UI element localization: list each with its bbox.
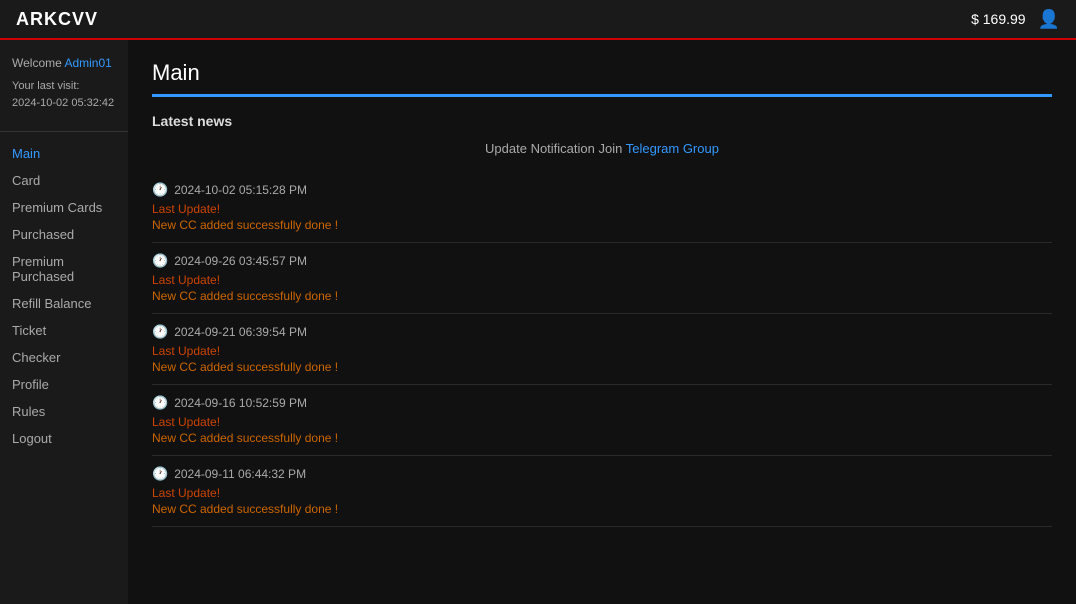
clock-icon: 🕐 (152, 466, 168, 482)
news-item: 🕐 2024-10-02 05:15:28 PM Last Update! New C… (152, 172, 1052, 243)
title-underline (152, 94, 1052, 97)
navbar-right: $ 169.99 👤 (971, 9, 1060, 30)
news-update-label: Last Update! (152, 202, 1052, 216)
sidebar-item-refill-balance[interactable]: Refill Balance (0, 290, 128, 317)
clock-icon: 🕐 (152, 182, 168, 198)
news-timestamp: 🕐 2024-09-21 06:39:54 PM (152, 324, 1052, 340)
news-update-text: New CC added successfully done ! (152, 289, 1052, 303)
news-timestamp: 🕐 2024-10-02 05:15:28 PM (152, 182, 1052, 198)
brand-logo: ARKCVV (16, 9, 98, 30)
telegram-group-link[interactable]: Telegram Group (626, 141, 719, 156)
news-timestamp-text: 2024-09-26 03:45:57 PM (174, 254, 307, 268)
news-timestamp: 🕐 2024-09-26 03:45:57 PM (152, 253, 1052, 269)
news-timestamp-text: 2024-09-16 10:52:59 PM (174, 396, 307, 410)
sidebar-welcome: Welcome Admin01 (0, 56, 128, 78)
latest-news-header: Latest news (152, 113, 1052, 129)
sidebar-navigation: MainCardPremium CardsPurchasedPremium Pu… (0, 140, 128, 452)
news-update-label: Last Update! (152, 486, 1052, 500)
news-item: 🕐 2024-09-16 10:52:59 PM Last Update! New C… (152, 385, 1052, 456)
sidebar-username: Admin01 (64, 56, 111, 70)
clock-icon: 🕐 (152, 253, 168, 269)
news-timestamp: 🕐 2024-09-16 10:52:59 PM (152, 395, 1052, 411)
main-content-area: Main Latest news Update Notification Joi… (128, 40, 1076, 604)
sidebar-item-premium-cards[interactable]: Premium Cards (0, 194, 128, 221)
sidebar-item-rules[interactable]: Rules (0, 398, 128, 425)
sidebar-divider (0, 131, 128, 132)
clock-icon: 🕐 (152, 324, 168, 340)
balance-display: $ 169.99 (971, 11, 1026, 27)
sidebar-item-checker[interactable]: Checker (0, 344, 128, 371)
news-timestamp-text: 2024-10-02 05:15:28 PM (174, 183, 307, 197)
news-list: 🕐 2024-10-02 05:15:28 PM Last Update! New C… (152, 172, 1052, 527)
user-icon[interactable]: 👤 (1038, 9, 1060, 30)
sidebar-last-visit: Your last visit: 2024-10-02 05:32:42 (0, 78, 128, 127)
last-visit-date: 2024-10-02 05:32:42 (12, 95, 116, 112)
news-update-text: New CC added successfully done ! (152, 218, 1052, 232)
news-update-label: Last Update! (152, 273, 1052, 287)
sidebar-item-purchased[interactable]: Purchased (0, 221, 128, 248)
clock-icon: 🕐 (152, 395, 168, 411)
news-timestamp-text: 2024-09-11 06:44:32 PM (174, 467, 306, 481)
news-update-text: New CC added successfully done ! (152, 502, 1052, 516)
news-item: 🕐 2024-09-21 06:39:54 PM Last Update! New C… (152, 314, 1052, 385)
sidebar-item-profile[interactable]: Profile (0, 371, 128, 398)
sidebar-item-logout[interactable]: Logout (0, 425, 128, 452)
sidebar-item-premium-purchased[interactable]: Premium Purchased (0, 248, 128, 290)
news-item: 🕐 2024-09-11 06:44:32 PM Last Update! New C… (152, 456, 1052, 527)
news-update-text: New CC added successfully done ! (152, 360, 1052, 374)
sidebar: Welcome Admin01 Your last visit: 2024-10… (0, 40, 128, 604)
news-update-text: New CC added successfully done ! (152, 431, 1052, 445)
welcome-text: Welcome (12, 56, 62, 70)
sidebar-item-main[interactable]: Main (0, 140, 128, 167)
news-timestamp-text: 2024-09-21 06:39:54 PM (174, 325, 307, 339)
news-update-label: Last Update! (152, 344, 1052, 358)
news-timestamp: 🕐 2024-09-11 06:44:32 PM (152, 466, 1052, 482)
notification-text: Update Notification Join Telegram Group (152, 141, 1052, 156)
news-item: 🕐 2024-09-26 03:45:57 PM Last Update! New C… (152, 243, 1052, 314)
navbar: ARKCVV $ 169.99 👤 (0, 0, 1076, 40)
sidebar-item-card[interactable]: Card (0, 167, 128, 194)
notification-prefix: Update Notification Join (485, 141, 622, 156)
main-layout: Welcome Admin01 Your last visit: 2024-10… (0, 40, 1076, 604)
sidebar-item-ticket[interactable]: Ticket (0, 317, 128, 344)
news-update-label: Last Update! (152, 415, 1052, 429)
last-visit-label: Your last visit: (12, 78, 116, 95)
page-title: Main (152, 60, 1052, 86)
